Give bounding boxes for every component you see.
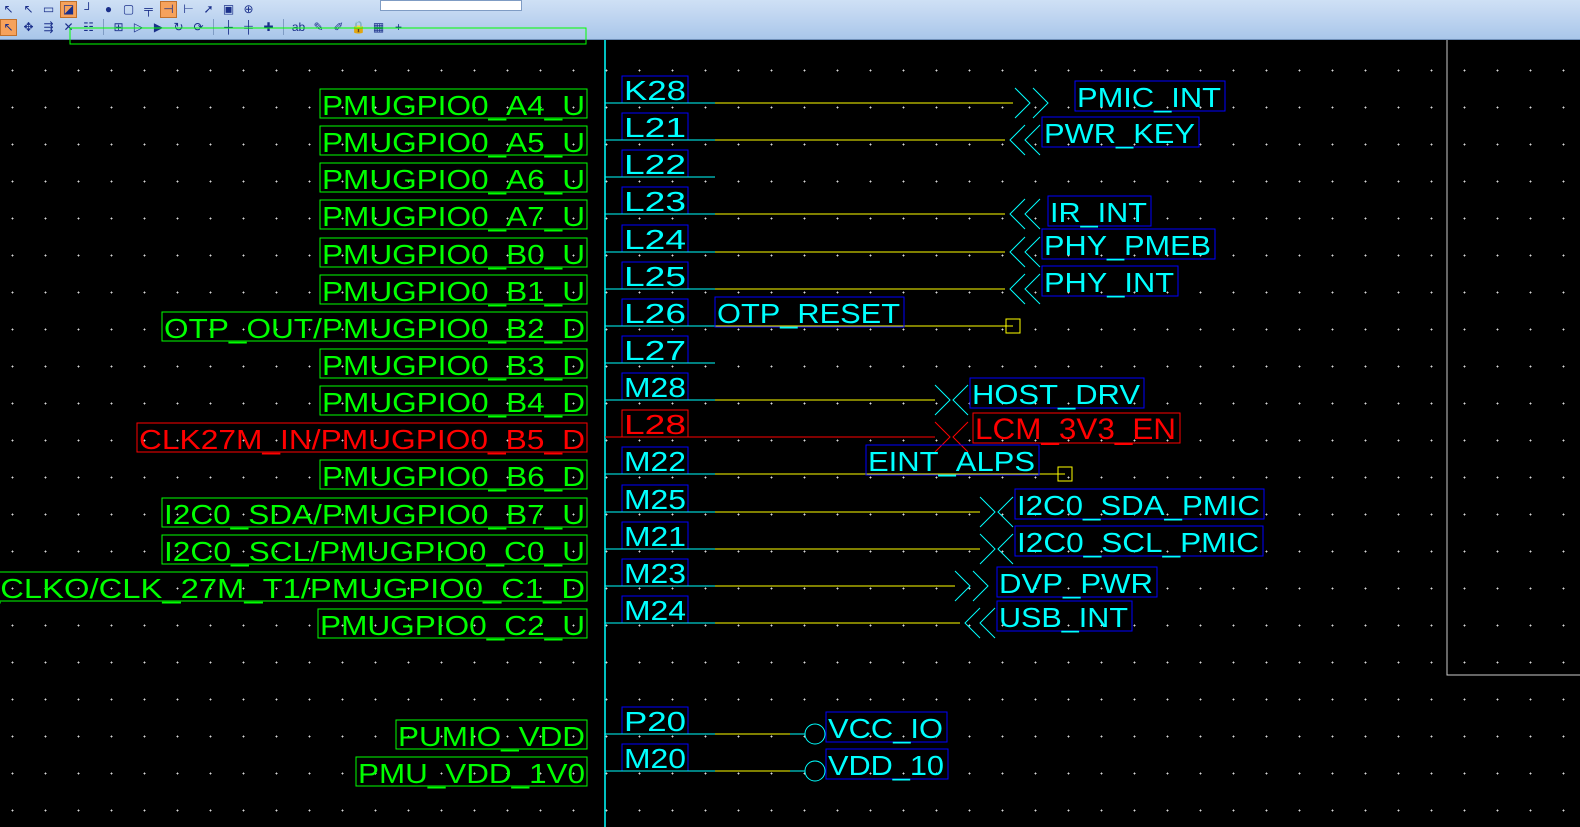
pin-name-label[interactable]: PMUGPIO0_B1_U: [322, 276, 585, 307]
net-label[interactable]: VCC_IO: [828, 713, 943, 744]
pin-number[interactable]: M24: [624, 595, 686, 626]
port-symbol[interactable]: [979, 496, 996, 528]
net-label[interactable]: USB_INT: [999, 602, 1128, 633]
port-symbol[interactable]: [997, 533, 1014, 565]
pin-name-label[interactable]: OTP_OUT/PMUGPIO0_B2_D: [164, 313, 585, 344]
power-symbol[interactable]: [804, 723, 826, 745]
pin-number[interactable]: M20: [624, 743, 686, 774]
pin-name-label[interactable]: CLK27M_IN/PMUGPIO0_B5_D: [139, 424, 585, 455]
net-label[interactable]: VDD_10: [828, 750, 944, 781]
pin-name-label[interactable]: PMUGPIO0_A4_U: [322, 90, 585, 121]
port-symbol[interactable]: [1032, 87, 1049, 119]
pin-name-label[interactable]: PMUGPIO0_B3_D: [322, 350, 585, 381]
pin-number[interactable]: M23: [624, 558, 686, 589]
port-symbol[interactable]: [979, 533, 996, 565]
port-symbol[interactable]: [972, 570, 989, 602]
net-label[interactable]: PMIC_INT: [1077, 82, 1221, 113]
net-label[interactable]: OTP_RESET: [717, 298, 900, 329]
pin-name-label[interactable]: PMUGPIO0_B6_D: [322, 461, 585, 492]
port-symbol[interactable]: [1024, 236, 1041, 268]
net-label[interactable]: I2C0_SDA_PMIC: [1017, 490, 1260, 521]
pin-name-label[interactable]: PMUGPIO0_A6_U: [322, 164, 585, 195]
port-symbol[interactable]: [1014, 87, 1031, 119]
net-label[interactable]: PWR_KEY: [1044, 118, 1195, 149]
pin-number[interactable]: P20: [624, 706, 686, 737]
port-symbol[interactable]: [1024, 124, 1041, 156]
pin-number[interactable]: L21: [624, 112, 686, 143]
power-symbol[interactable]: [804, 760, 826, 782]
pin-number[interactable]: M28: [624, 372, 686, 403]
pin-number[interactable]: L27: [624, 335, 686, 366]
pin-name-label[interactable]: PMU_VDD_1V0: [358, 758, 585, 789]
port-symbol[interactable]: [1009, 273, 1026, 305]
pin-name-label[interactable]: _CLKO/CLK_27M_T1/PMUGPIO0_C1_D: [0, 573, 585, 604]
net-label[interactable]: DVP_PWR: [999, 568, 1153, 599]
schematic-drawing: PMUGPIO0_A4_U K28 PMIC_INT PMUGPIO0_A5_U L21…: [0, 27, 1580, 827]
port-symbol[interactable]: [979, 607, 996, 639]
pin-number[interactable]: L26: [624, 298, 686, 329]
net-label[interactable]: LCM_3V3_EN: [975, 413, 1176, 446]
port-symbol[interactable]: [1009, 124, 1026, 156]
pin-number[interactable]: L23: [624, 186, 686, 217]
port-symbol[interactable]: [952, 384, 969, 416]
pin-name-label[interactable]: PMUGPIO0_B4_D: [322, 387, 585, 418]
port-symbol[interactable]: [1009, 198, 1026, 230]
pin-number[interactable]: M21: [624, 521, 686, 552]
net-label[interactable]: I2C0_SCL_PMIC: [1017, 527, 1259, 558]
pin-number[interactable]: K28: [624, 75, 686, 106]
pin-name-label[interactable]: PMUGPIO0_C2_U: [320, 610, 585, 641]
port-symbol[interactable]: [1024, 273, 1041, 305]
net-label[interactable]: IR_INT: [1050, 197, 1147, 228]
pin-name-label[interactable]: PMUGPIO0_B0_U: [322, 239, 585, 270]
pin-number[interactable]: L24: [624, 224, 686, 255]
port-symbol[interactable]: [934, 384, 951, 416]
port-symbol[interactable]: [1009, 236, 1026, 268]
pin-name-label[interactable]: I2C0_SCL/PMUGPIO0_C0_U: [164, 536, 585, 567]
pin-number[interactable]: L28: [624, 409, 686, 440]
net-label[interactable]: PHY_INT: [1044, 267, 1174, 298]
net-label[interactable]: EINT_ALPS: [868, 446, 1035, 477]
pin-name-label[interactable]: PMUGPIO0_A7_U: [322, 201, 585, 232]
port-symbol[interactable]: [954, 570, 971, 602]
net-label[interactable]: PHY_PMEB: [1044, 230, 1211, 261]
pin-name-label[interactable]: PMUGPIO0_A5_U: [322, 127, 585, 158]
offscreen-label-box: [69, 27, 587, 45]
pin-number[interactable]: M22: [624, 446, 686, 477]
port-symbol[interactable]: [997, 496, 1014, 528]
net-label[interactable]: HOST_DRV: [972, 379, 1140, 410]
pin-name-label[interactable]: I2C0_SDA/PMUGPIO0_B7_U: [164, 499, 585, 530]
port-symbol[interactable]: [964, 607, 981, 639]
sheet-border: [1446, 40, 1580, 676]
pin-number[interactable]: L25: [624, 261, 686, 292]
pin-number[interactable]: M25: [624, 484, 686, 515]
pin-number[interactable]: L22: [624, 149, 686, 180]
port-symbol[interactable]: [1024, 198, 1041, 230]
pin-name-label[interactable]: PUMIO_VDD: [398, 721, 585, 752]
